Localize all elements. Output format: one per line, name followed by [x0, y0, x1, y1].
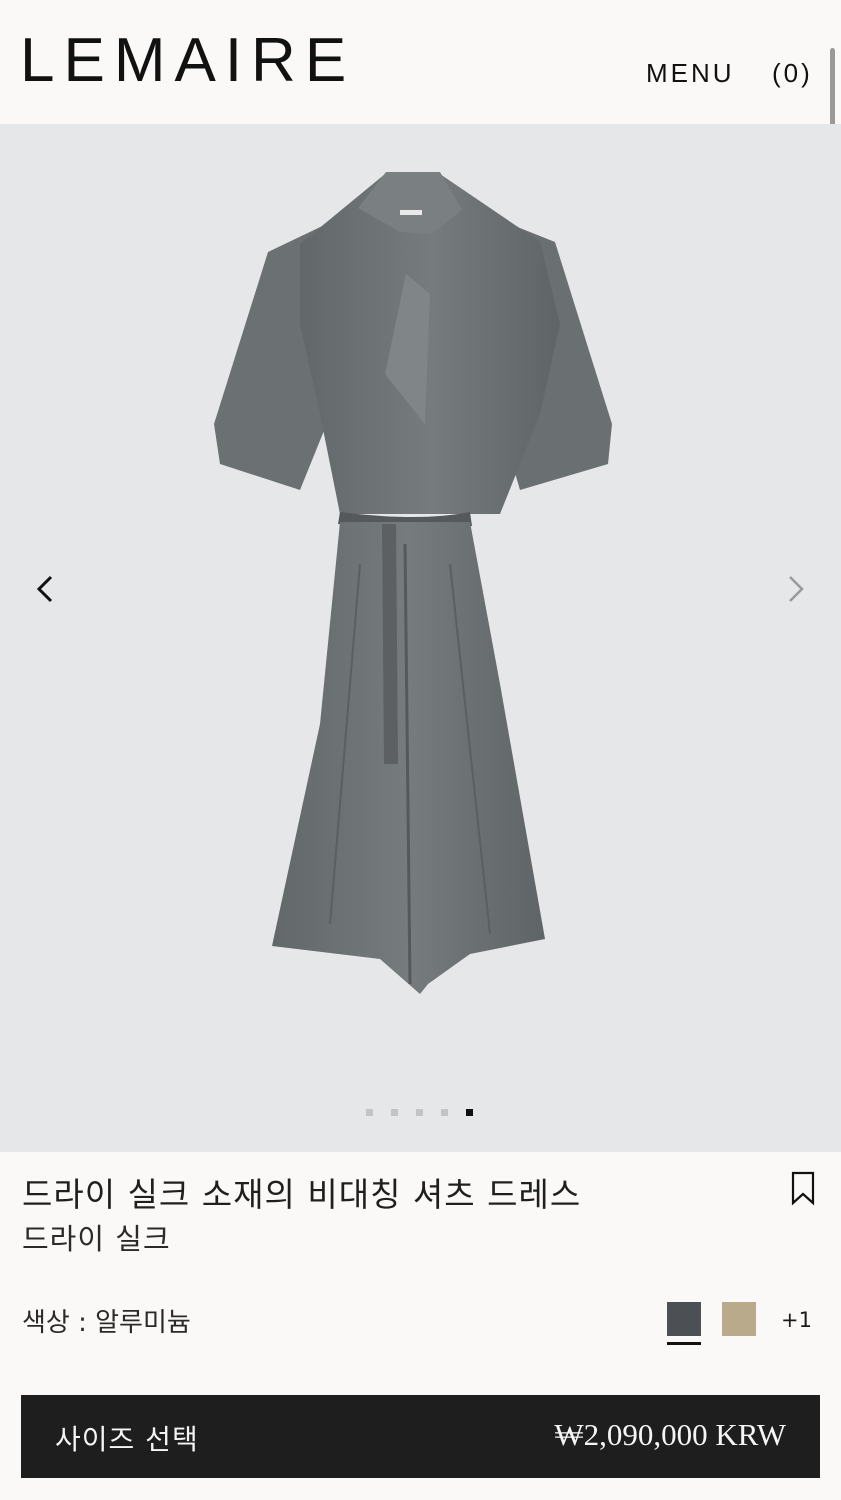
- selected-swatch-indicator: [667, 1342, 701, 1345]
- carousel-dot[interactable]: [441, 1109, 448, 1116]
- site-header: LEMAIRE MENU (0): [0, 0, 841, 124]
- product-image-gallery[interactable]: [0, 124, 841, 1152]
- previous-image-chevron-icon[interactable]: [26, 569, 66, 609]
- carousel-indicators: [366, 1109, 473, 1116]
- menu-button[interactable]: MENU: [646, 58, 735, 89]
- product-image: [214, 172, 612, 994]
- carousel-dot[interactable]: [391, 1109, 398, 1116]
- carousel-dot[interactable]: [416, 1109, 423, 1116]
- select-size-button[interactable]: 사이즈 선택 ₩2,090,000 KRW: [21, 1395, 820, 1478]
- product-title: 드라이 실크 소재의 비대칭 셔츠 드레스: [22, 1175, 582, 1214]
- color-swatch-grey[interactable]: [667, 1302, 701, 1336]
- next-image-chevron-icon[interactable]: [775, 569, 815, 609]
- brand-logo[interactable]: LEMAIRE: [20, 30, 355, 92]
- color-label: 색상 : 알루미늄: [22, 1308, 191, 1338]
- select-size-label: 사이즈 선택: [55, 1423, 199, 1456]
- more-colors-link[interactable]: +1: [781, 1308, 812, 1332]
- color-swatch-tan[interactable]: [722, 1302, 756, 1336]
- cart-button[interactable]: (0): [772, 58, 813, 89]
- carousel-dot-active[interactable]: [466, 1109, 473, 1116]
- carousel-dot[interactable]: [366, 1109, 373, 1116]
- product-material: 드라이 실크: [22, 1222, 171, 1256]
- bookmark-icon[interactable]: [788, 1170, 818, 1206]
- product-price: ₩2,090,000 KRW: [554, 1417, 786, 1452]
